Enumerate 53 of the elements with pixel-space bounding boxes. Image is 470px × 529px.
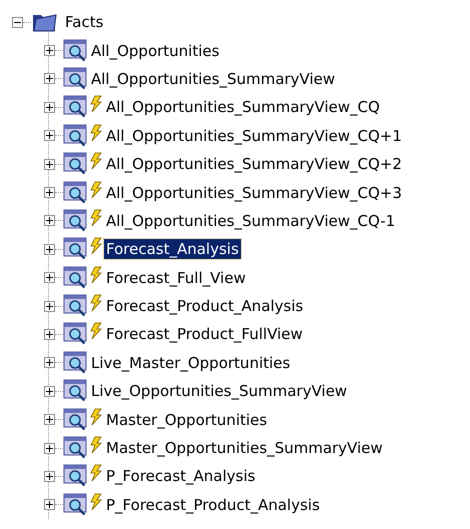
magnifier-view-icon <box>63 124 89 148</box>
magnifier-view-icon <box>63 294 89 318</box>
magnifier-view-icon <box>63 350 89 375</box>
expand-toggle[interactable] <box>44 499 55 510</box>
expand-toggle[interactable] <box>44 442 55 454</box>
expand-toggle[interactable] <box>44 386 55 397</box>
tree-item-label[interactable]: All_Opportunities_SummaryView <box>89 68 338 89</box>
tree-item-label[interactable]: All_Opportunities_SummaryView_CQ+2 <box>104 154 404 174</box>
collapse-toggle[interactable] <box>12 16 23 28</box>
tree-item-label[interactable]: Forecast_Analysis <box>104 239 241 260</box>
magnifier-view-icon <box>63 180 89 205</box>
magnifier-view-icon <box>63 38 89 63</box>
expand-toggle[interactable] <box>44 187 55 198</box>
magnifier-view-icon <box>63 266 89 290</box>
tree-item-label[interactable]: P_Forecast_Product_Analysis <box>104 494 322 515</box>
magnifier-view-icon <box>63 208 89 233</box>
magnifier-view-icon <box>63 95 89 120</box>
expand-toggle[interactable] <box>44 158 55 170</box>
magnifier-view-icon <box>63 408 89 432</box>
magnifier-view-icon <box>63 66 89 91</box>
expand-toggle[interactable] <box>44 470 55 482</box>
expand-toggle[interactable] <box>44 215 55 226</box>
tree-item-label[interactable]: Forecast_Product_Analysis <box>104 296 306 316</box>
tree-item-label[interactable]: Live_Opportunities_SummaryView <box>89 381 350 402</box>
expand-toggle[interactable] <box>44 73 55 84</box>
expand-toggle[interactable] <box>44 102 55 113</box>
expand-toggle[interactable] <box>44 272 55 284</box>
tree-item-label[interactable]: P_Forecast_Analysis <box>104 466 258 486</box>
magnifier-view-icon <box>63 322 89 346</box>
magnifier-view-icon <box>63 152 89 176</box>
tree-item-label[interactable]: All_Opportunities_SummaryView_CQ+3 <box>104 182 404 203</box>
expand-toggle[interactable] <box>44 45 55 56</box>
expand-toggle[interactable] <box>44 357 55 368</box>
expand-toggle[interactable] <box>44 328 55 340</box>
tree-item-label[interactable]: Live_Master_Opportunities <box>89 352 292 373</box>
tree-item-label[interactable]: All_Opportunities_SummaryView_CQ-1 <box>104 210 398 231</box>
magnifier-view-icon <box>63 237 89 262</box>
tree-item-label[interactable]: Forecast_Product_FullView <box>104 324 305 344</box>
tree-item-label[interactable]: Master_Opportunities <box>104 410 270 430</box>
magnifier-view-icon <box>63 379 89 404</box>
tree-item-label[interactable]: All_Opportunities_SummaryView_CQ+1 <box>104 126 404 146</box>
expand-toggle[interactable] <box>44 130 55 142</box>
magnifier-view-icon <box>63 464 89 488</box>
magnifier-view-icon <box>63 492 89 517</box>
magnifier-view-icon <box>63 436 89 460</box>
tree-item-label[interactable]: Facts <box>63 12 106 32</box>
tree-item-label[interactable]: Forecast_Full_View <box>104 268 248 288</box>
expand-toggle[interactable] <box>44 414 55 426</box>
tree-item-label[interactable]: Master_Opportunities_SummaryView <box>104 438 385 458</box>
expand-toggle[interactable] <box>44 300 55 312</box>
expand-toggle[interactable] <box>44 244 55 255</box>
tree-item-label[interactable]: All_Opportunities <box>89 40 222 61</box>
tree-item-label[interactable]: All_Opportunities_SummaryView_CQ <box>104 97 382 118</box>
